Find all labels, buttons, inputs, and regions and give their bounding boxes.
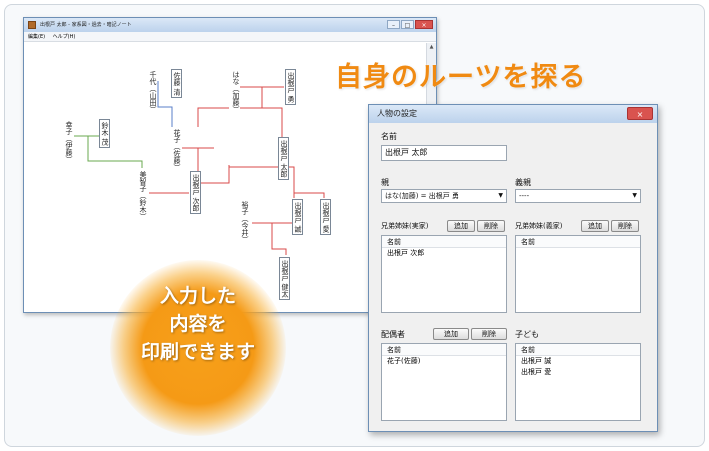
list-item[interactable]: 出根戸 次郎: [382, 248, 506, 259]
person-ai[interactable]: 出根戸 愛: [320, 199, 331, 236]
list-header: 名前: [516, 236, 640, 248]
name-input[interactable]: 出根戸 太郎: [381, 145, 507, 161]
spouse-label: 配偶者: [381, 330, 405, 339]
maximize-button[interactable]: □: [401, 20, 414, 29]
chevron-down-icon: ▼: [632, 192, 637, 199]
adoptive-parent-select[interactable]: ---- ▼: [515, 189, 641, 203]
siblings-real-list[interactable]: 名前 出根戸 次郎: [381, 235, 507, 313]
list-item[interactable]: 出根戸 誠: [516, 356, 640, 367]
children-label: 子ども: [515, 330, 539, 339]
remove-sibling-adopt-button[interactable]: 削除: [611, 220, 639, 232]
menubar: 編集(E) ヘルプ(H): [24, 32, 436, 42]
person-michiko[interactable]: 美智子（鈴木）: [136, 169, 147, 222]
line-sato-hanako: [157, 81, 173, 127]
person-jiro[interactable]: 出根戸 次郎: [190, 171, 201, 215]
menu-help[interactable]: ヘルプ(H): [53, 34, 76, 40]
person-yuko[interactable]: 裕子（今井）: [238, 199, 249, 245]
list-item[interactable]: 花子(佐藤): [382, 356, 506, 367]
chevron-down-icon: ▼: [498, 192, 503, 199]
parent-select-value: はな(加藤) = 出根戸 勇: [385, 192, 460, 200]
window-titlebar: 出根戸 太郎 - 家系図・過去・暗記ノート – □ ×: [24, 18, 436, 32]
list-header: 名前: [516, 344, 640, 356]
line-to-ai: [294, 192, 325, 198]
add-sibling-adopt-button[interactable]: 追加: [581, 220, 609, 232]
dialog-close-button[interactable]: ×: [627, 107, 653, 120]
add-spouse-button[interactable]: 追加: [433, 328, 469, 340]
adoptive-parent-label: 義親: [515, 178, 531, 187]
spouse-list[interactable]: 名前 花子(佐藤): [381, 343, 507, 421]
siblings-real-label: 兄弟姉妹(実家): [381, 222, 429, 230]
person-suzuki-shige[interactable]: 鈴木 茂: [99, 119, 110, 149]
person-chiyo[interactable]: 千代（山田）: [146, 69, 157, 115]
person-taro[interactable]: 出根戸 太郎: [278, 137, 289, 181]
promo-line-3: 印刷できます: [140, 341, 255, 363]
scroll-up-icon[interactable]: ▲: [427, 43, 436, 52]
person-sato-kiyoshi[interactable]: 佐藤 清: [171, 69, 182, 99]
app-icon: [28, 21, 36, 29]
adoptive-parent-select-value: ----: [519, 192, 530, 200]
promo-line-1: 入力した: [159, 285, 236, 307]
list-header: 名前: [382, 344, 506, 356]
person-hana[interactable]: はな（加藤）: [229, 69, 240, 115]
children-list[interactable]: 名前 出根戸 誠 出根戸 愛: [515, 343, 641, 421]
dialog-titlebar: 人物の設定 ×: [369, 105, 657, 123]
promo-line-2: 内容を: [169, 313, 227, 335]
close-button[interactable]: ×: [415, 20, 433, 29]
person-makoto[interactable]: 出根戸 誠: [292, 199, 303, 236]
person-isamu[interactable]: 出根戸 勇: [285, 69, 296, 106]
add-sibling-real-button[interactable]: 追加: [447, 220, 475, 232]
person-hanako[interactable]: 花子（佐藤）: [170, 127, 181, 173]
line-parents-sibling: [262, 107, 283, 137]
line-suzuki-michiko: [87, 136, 143, 168]
parent-select[interactable]: はな(加藤) = 出根戸 勇 ▼: [381, 189, 507, 203]
menu-edit[interactable]: 編集(E): [28, 34, 45, 40]
line-to-kenta: [271, 223, 287, 255]
siblings-adopt-label: 兄弟姉妹(義家): [515, 222, 563, 230]
line-couple-children: [197, 148, 230, 184]
name-label: 名前: [381, 132, 397, 141]
list-header: 名前: [382, 236, 506, 248]
siblings-adopt-list[interactable]: 名前: [515, 235, 641, 313]
person-settings-dialog: 人物の設定 × 名前 出根戸 太郎 親 はな(加藤) = 出根戸 勇 ▼ 義親 …: [368, 104, 658, 432]
remove-spouse-button[interactable]: 削除: [471, 328, 507, 340]
promo-badge-text: 入力した 内容を 印刷できます: [110, 282, 286, 366]
headline: 自身のルーツを探る: [335, 62, 587, 93]
dialog-title: 人物の設定: [377, 109, 417, 118]
list-item[interactable]: 出根戸 愛: [516, 367, 640, 378]
minimize-button[interactable]: –: [387, 20, 400, 29]
parent-label: 親: [381, 178, 389, 187]
remove-sibling-real-button[interactable]: 削除: [477, 220, 505, 232]
person-sachiko[interactable]: 幸子（伊藤）: [62, 119, 73, 165]
window-title: 出根戸 太郎 - 家系図・過去・暗記ノート: [40, 22, 132, 28]
